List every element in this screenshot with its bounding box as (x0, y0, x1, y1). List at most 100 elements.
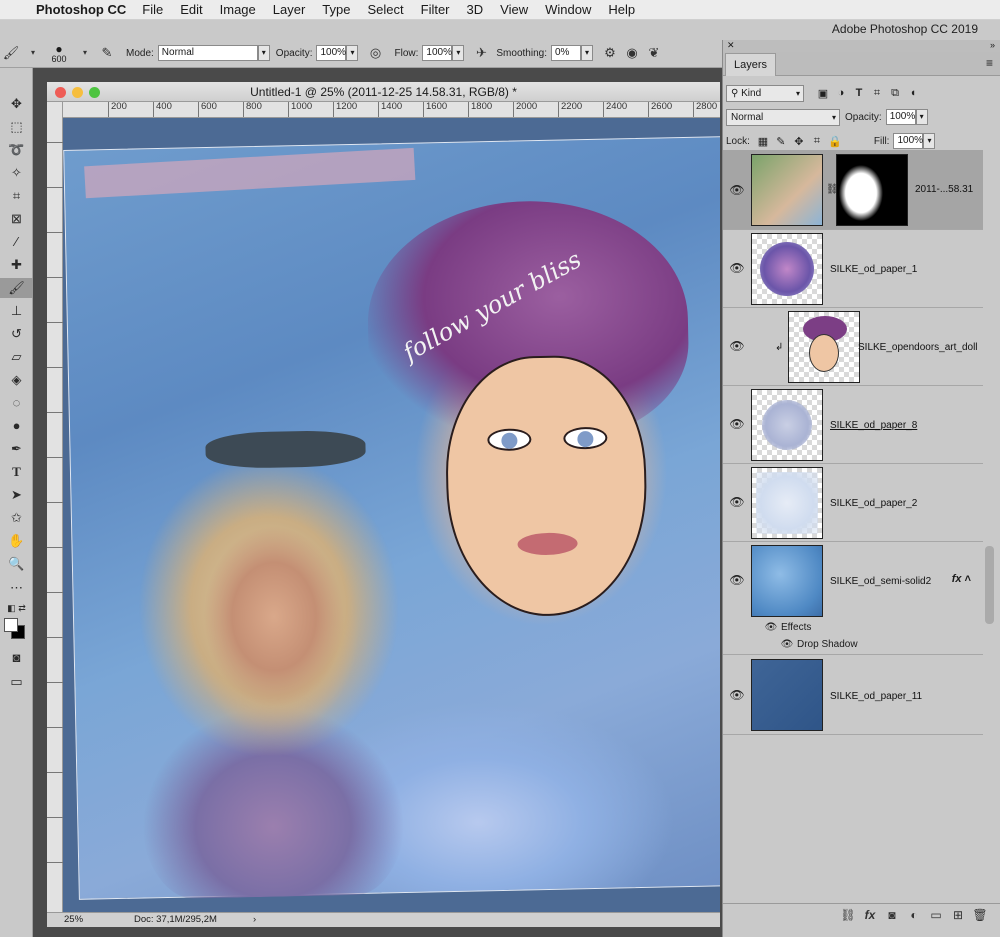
lock-position-icon[interactable]: ✥ (790, 135, 808, 148)
tab-layers[interactable]: Layers (725, 53, 777, 76)
drop-shadow-visibility-eye-icon[interactable]: 👁 (779, 637, 795, 653)
flow-input[interactable]: 100% (422, 45, 453, 61)
pen-tool-icon[interactable]: ✒ (0, 439, 33, 459)
menu-type[interactable]: Type (322, 2, 350, 17)
default-colors-icon[interactable]: ◧ ⇄ (0, 598, 33, 618)
menu-edit[interactable]: Edit (180, 2, 202, 17)
layer-mask-thumbnail[interactable] (836, 154, 908, 226)
visibility-eye-icon[interactable]: 👁 (729, 687, 745, 703)
paint-bucket-tool-icon[interactable]: ◈ (0, 370, 33, 390)
menu-window[interactable]: Window (545, 2, 591, 17)
vertical-ruler[interactable] (47, 102, 63, 912)
layer-row[interactable]: 👁 SILKE_od_paper_1 (723, 230, 983, 308)
type-tool-icon[interactable]: T (0, 462, 33, 482)
add-layer-style-icon[interactable]: fx (859, 908, 881, 922)
smoothing-settings-icon[interactable]: ⚙ (599, 43, 621, 63)
close-button[interactable] (55, 87, 66, 98)
lock-image-pixels-icon[interactable]: ✎ (772, 135, 790, 148)
lock-all-icon[interactable]: 🔒 (826, 135, 844, 148)
flow-dropdown-icon[interactable]: ▾ (452, 45, 465, 61)
layers-scrollbar[interactable] (985, 546, 994, 624)
close-panel-icon[interactable]: ✕ (727, 40, 735, 51)
eyedropper-tool-icon[interactable]: ⁄ (0, 232, 33, 252)
chevron-down-icon[interactable]: ▾ (22, 43, 44, 63)
eraser-tool-icon[interactable]: ▱ (0, 347, 33, 367)
horizontal-ruler[interactable]: 200 400 600 800 1000 1200 1400 1600 1800… (63, 102, 720, 118)
menu-3d[interactable]: 3D (467, 2, 484, 17)
document-title-bar[interactable]: Untitled-1 @ 25% (2011-12-25 14.58.31, R… (47, 82, 720, 102)
pressure-size-icon[interactable]: ◉ (621, 43, 643, 63)
brush-tool-icon[interactable]: 🖌 (0, 278, 33, 298)
filter-toggle-icon[interactable]: ◖ (904, 87, 922, 99)
filter-pixel-icon[interactable]: ▣ (814, 87, 832, 100)
more-tools-icon[interactable]: ⋯ (0, 578, 33, 598)
layer-effects-badge[interactable]: fx ˄ (952, 573, 971, 585)
menu-view[interactable]: View (500, 2, 528, 17)
visibility-eye-icon[interactable]: 👁 (729, 338, 745, 354)
panel-menu-icon[interactable]: ≡ (986, 56, 993, 70)
chevron-down-icon[interactable]: ▾ (74, 43, 96, 63)
opacity-input[interactable]: 100% (316, 45, 347, 61)
symmetry-butterfly-icon[interactable]: ❦ (643, 43, 665, 63)
minimize-button[interactable] (72, 87, 83, 98)
zoom-level[interactable]: 25% (64, 913, 83, 927)
visibility-eye-icon[interactable]: 👁 (729, 494, 745, 510)
visibility-eye-icon[interactable]: 👁 (729, 260, 745, 276)
lock-transparent-icon[interactable]: ▦ (754, 135, 772, 148)
mode-select[interactable]: Normal (157, 45, 258, 61)
new-adjustment-layer-icon[interactable]: ◐ (903, 908, 925, 922)
lasso-tool-icon[interactable]: ➰ (0, 140, 33, 160)
filter-shape-icon[interactable]: ⌗ (868, 87, 886, 100)
filter-type-icon[interactable]: T (850, 87, 868, 99)
link-layers-icon[interactable]: ⛓ (837, 908, 859, 922)
zoom-button[interactable] (89, 87, 100, 98)
new-group-icon[interactable]: ▭ (925, 908, 947, 922)
brush-settings-icon[interactable]: ✎ (96, 43, 118, 63)
layer-row[interactable]: 👁 SILKE_od_paper_8 (723, 386, 983, 464)
move-tool-icon[interactable]: ✥ (0, 94, 33, 114)
crop-tool-icon[interactable]: ⌗ (0, 186, 33, 206)
visibility-eye-icon[interactable]: 👁 (729, 182, 745, 198)
layer-opacity-dropdown-icon[interactable]: ▾ (915, 109, 928, 125)
healing-brush-tool-icon[interactable]: ✚ (0, 255, 33, 275)
fill-dropdown-icon[interactable]: ▾ (923, 133, 936, 149)
menu-help[interactable]: Help (608, 2, 635, 17)
magic-wand-tool-icon[interactable]: ✧ (0, 163, 33, 183)
layer-opacity-input[interactable]: 100% (885, 109, 916, 125)
layer-row[interactable]: 👁 ⛓ 2011-...58.31 (723, 150, 983, 230)
airbrush-icon[interactable]: ✈ (470, 43, 492, 63)
blur-tool-icon[interactable]: ◌ (0, 393, 33, 413)
menu-filter[interactable]: Filter (421, 2, 450, 17)
brush-tool-preset-icon[interactable]: 🖌 (0, 43, 22, 63)
new-layer-icon[interactable]: ⊞ (947, 908, 969, 922)
layer-row[interactable]: 👁 SILKE_od_semi-solid2 fx ˄ 👁 Effects 👁 … (723, 542, 983, 655)
add-mask-icon[interactable]: ◙ (881, 908, 903, 922)
hand-tool-icon[interactable]: ✋ (0, 531, 33, 551)
marquee-tool-icon[interactable]: ⬚ (0, 117, 33, 137)
menu-layer[interactable]: Layer (273, 2, 306, 17)
layer-row[interactable]: 👁 ↲ SILKE_opendoors_art_doll (723, 308, 983, 386)
drop-shadow-effect[interactable]: Drop Shadow (797, 639, 858, 650)
menu-file[interactable]: File (142, 2, 163, 17)
blend-mode-select[interactable]: Normal ▾ (726, 108, 840, 126)
smoothing-dropdown-icon[interactable]: ▾ (580, 45, 593, 61)
pressure-opacity-icon[interactable]: ◎ (364, 43, 386, 63)
screen-mode-icon[interactable]: ▭ (0, 672, 33, 692)
filter-smart-object-icon[interactable]: ⧉ (886, 87, 904, 100)
layer-filter-kind[interactable]: ⚲ Kind ▾ (726, 84, 804, 102)
delete-layer-icon[interactable]: 🗑 (969, 908, 991, 922)
smoothing-input[interactable]: 0% (550, 45, 581, 61)
layer-row[interactable]: 👁 SILKE_od_paper_2 (723, 464, 983, 542)
menu-select[interactable]: Select (367, 2, 403, 17)
custom-shape-tool-icon[interactable]: ✩ (0, 508, 33, 528)
app-menu[interactable]: Photoshop CC (36, 2, 126, 17)
fill-input[interactable]: 100% (893, 133, 924, 149)
effects-visibility-eye-icon[interactable]: 👁 (763, 620, 779, 636)
clone-stamp-tool-icon[interactable]: ⊥ (0, 301, 33, 321)
foreground-color-swatch[interactable] (4, 618, 18, 632)
visibility-eye-icon[interactable]: 👁 (729, 572, 745, 588)
quick-mask-icon[interactable]: ◙ (0, 648, 33, 668)
menu-image[interactable]: Image (220, 2, 256, 17)
history-brush-tool-icon[interactable]: ↺ (0, 324, 33, 344)
brush-size-picker[interactable]: ● 600 (44, 43, 74, 64)
